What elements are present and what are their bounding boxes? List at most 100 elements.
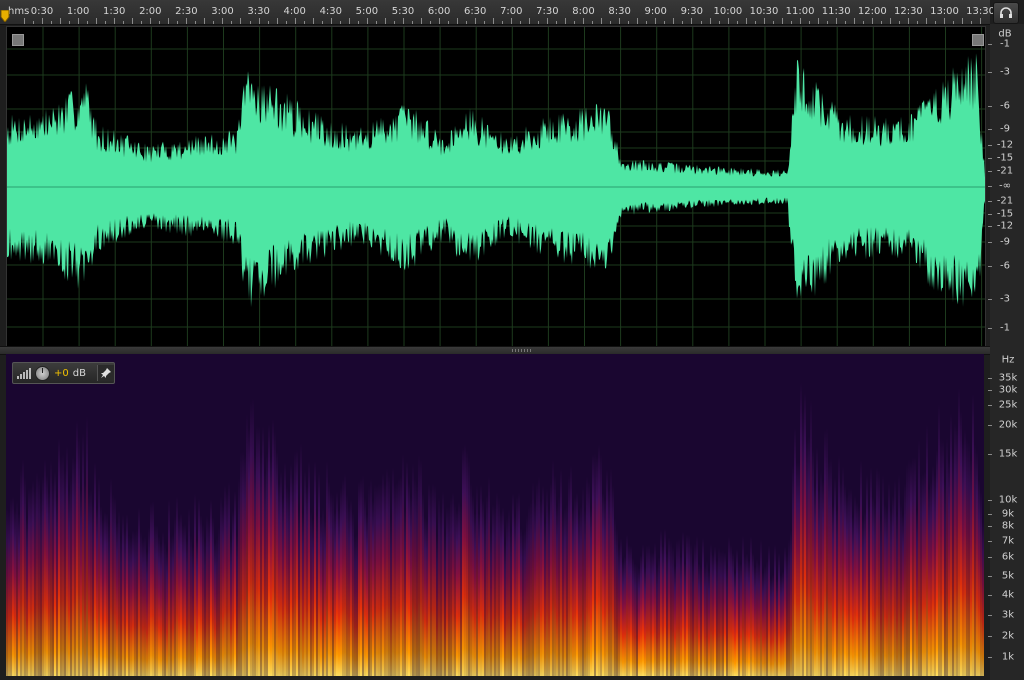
- time-label: 12:00: [857, 6, 887, 17]
- ruler-tick: [673, 18, 675, 24]
- hz-tick: [988, 557, 992, 558]
- time-label: 3:30: [247, 6, 270, 17]
- hz-label: 9k: [1001, 508, 1015, 520]
- gain-value[interactable]: +0: [54, 368, 69, 379]
- ruler-tick: [790, 21, 792, 24]
- ruler-tick: [727, 18, 729, 24]
- time-label: 10:00: [713, 6, 743, 17]
- hz-label: 3k: [1001, 609, 1015, 621]
- hz-tick: [988, 405, 992, 406]
- ruler-tick: [69, 21, 71, 24]
- db-label: -3: [1000, 66, 1010, 78]
- ruler-tick: [429, 21, 431, 24]
- pin-button[interactable]: [97, 365, 114, 381]
- ruler-tick: [745, 18, 747, 24]
- ruler-tick: [240, 18, 242, 24]
- selection-start-handle-icon[interactable]: [12, 34, 24, 46]
- hz-tick: [988, 514, 992, 515]
- ruler-tick: [60, 18, 62, 24]
- ruler-tick: [817, 18, 819, 24]
- waveform-canvas[interactable]: [7, 27, 985, 346]
- gain-knob-icon[interactable]: [35, 365, 50, 381]
- ruler-tick: [303, 21, 305, 24]
- db-label: -1: [1000, 38, 1010, 50]
- hz-label: 10k: [998, 494, 1018, 506]
- hz-label: 35k: [998, 372, 1018, 384]
- hz-label: 2k: [1001, 630, 1015, 642]
- ruler-tick: [853, 18, 855, 24]
- frequency-scale: Hz 35k 30k 25k 20k 15k 10k 9k 8k 7k 6k 5k 4k 3k 2k 1k: [988, 354, 1024, 676]
- ruler-tick: [195, 21, 197, 24]
- spectrogram-view[interactable]: [6, 354, 984, 676]
- divider-grip-icon[interactable]: [512, 349, 532, 352]
- ruler-tick: [511, 18, 513, 24]
- selection-end-handle-icon[interactable]: [972, 34, 984, 46]
- ruler-tick: [691, 18, 693, 24]
- ruler-tick: [655, 18, 657, 24]
- ruler-tick: [935, 21, 937, 24]
- ruler-tick: [763, 18, 765, 24]
- ruler-tick: [321, 21, 323, 24]
- db-tick: [988, 299, 992, 300]
- hz-tick: [988, 526, 992, 527]
- ruler-tick: [808, 21, 810, 24]
- ruler-tick: [547, 18, 549, 24]
- ruler-tick: [267, 21, 269, 24]
- ruler-tick: [907, 18, 909, 24]
- ruler-tick: [565, 18, 567, 24]
- ruler-tick: [664, 21, 666, 24]
- hz-tick: [988, 636, 992, 637]
- spectrogram-canvas[interactable]: [6, 354, 984, 676]
- ruler-tick: [285, 21, 287, 24]
- ruler-unit-label: hms: [8, 6, 30, 17]
- hz-label: 20k: [998, 419, 1018, 431]
- ruler-tick: [150, 18, 152, 24]
- timeline-ruler[interactable]: hms 0:30 1:00 1:30 2:00 2:30 3:00 3:30 4:00 4:30…: [0, 0, 995, 25]
- hz-label: 15k: [998, 448, 1018, 460]
- ruler-tick: [835, 18, 837, 24]
- time-label: 8:00: [572, 6, 595, 17]
- time-label: 7:00: [500, 6, 523, 17]
- db-label: -9: [1000, 123, 1010, 135]
- gain-hud[interactable]: +0 dB: [12, 362, 115, 384]
- ruler-tick: [159, 21, 161, 24]
- hz-tick: [988, 390, 992, 391]
- ruler-tick: [889, 18, 891, 24]
- db-label: -∞: [999, 180, 1011, 192]
- time-label: 8:30: [608, 6, 631, 17]
- ruler-tick: [583, 18, 585, 24]
- ruler-tick: [826, 21, 828, 24]
- hz-tick: [988, 500, 992, 501]
- time-label: 5:30: [391, 6, 415, 17]
- hz-label: 7k: [1001, 535, 1015, 547]
- time-label: 13:30: [966, 6, 996, 17]
- db-label: -3: [1000, 293, 1010, 305]
- hz-unit-label: Hz: [1001, 354, 1015, 366]
- hz-tick: [988, 454, 992, 455]
- hz-label: 6k: [1001, 551, 1015, 563]
- time-label: 6:00: [427, 6, 451, 17]
- ruler-tick: [393, 21, 395, 24]
- hz-label: 8k: [1001, 520, 1015, 532]
- monitor-button[interactable]: [993, 2, 1019, 24]
- time-label: 2:30: [175, 6, 198, 17]
- hz-tick: [988, 657, 992, 658]
- hz-label: 25k: [998, 399, 1018, 411]
- time-label: 11:00: [785, 6, 815, 17]
- waveform-view[interactable]: [6, 26, 986, 347]
- ruler-tick: [520, 21, 522, 24]
- time-label: 0:30: [30, 6, 54, 17]
- ruler-tick: [529, 18, 531, 24]
- ruler-tick: [926, 18, 927, 24]
- time-label: 13:00: [930, 6, 959, 17]
- ruler-tick: [844, 21, 846, 24]
- time-label: 6:30: [463, 6, 487, 17]
- hz-label: 30k: [998, 384, 1018, 396]
- ruler-tick: [475, 18, 476, 24]
- ruler-tick: [222, 18, 224, 24]
- db-tick: [988, 242, 992, 243]
- playhead-marker-icon[interactable]: [0, 10, 10, 22]
- ruler-tick: [871, 18, 873, 24]
- db-tick: [988, 214, 992, 215]
- ruler-tick: [637, 18, 639, 24]
